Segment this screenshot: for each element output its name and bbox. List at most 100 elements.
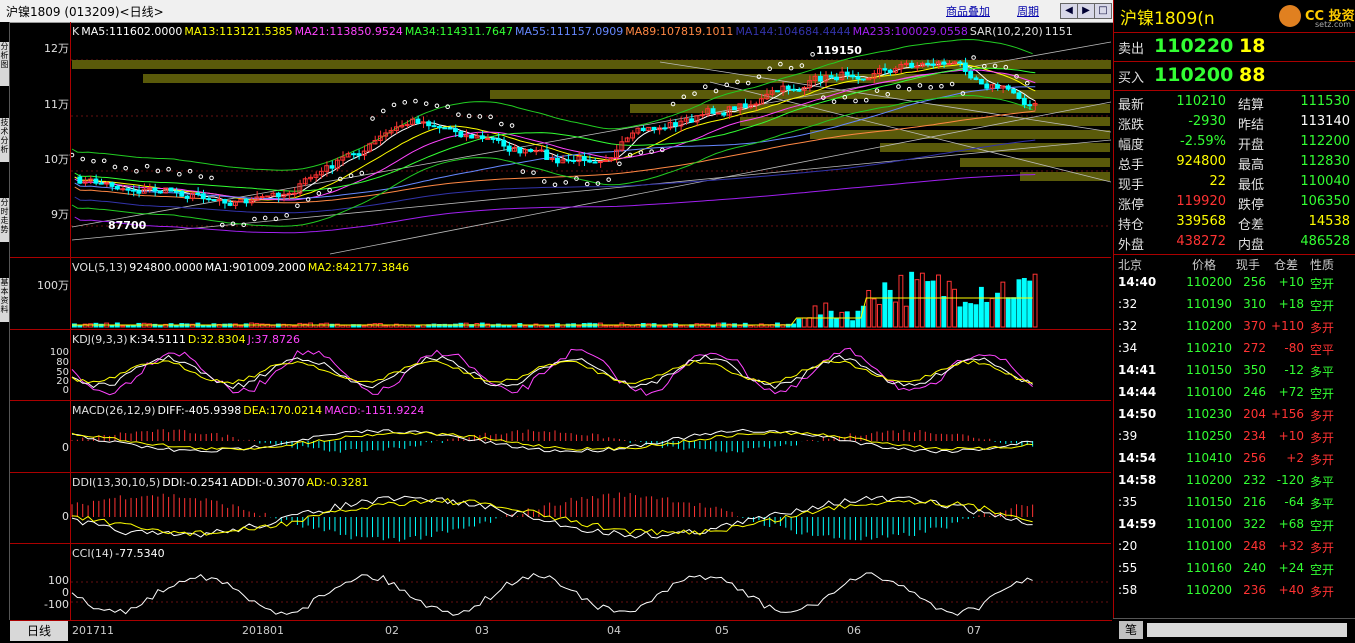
kdj-panel[interactable]: KDJ(9,3,3) K:34.5111 D:32.8304 J:37.8726 10…	[10, 330, 1111, 401]
trades-list[interactable]: 14:40 110200 256 +10 空开:32 110190 310 +18 空开:32 1…	[1114, 275, 1355, 615]
chart-area[interactable]: K MA5:111602.0000 MA13:113121.5385 MA21:113…	[10, 22, 1112, 620]
trend-line	[329, 101, 1111, 255]
trade-row[interactable]: 14:40 110200 256 +10 空开	[1114, 275, 1355, 295]
stat-label: 内盘	[1238, 238, 1265, 253]
maximize-icon[interactable]: □	[1094, 3, 1112, 19]
trade-row[interactable]: :55 110160 240 +24 空开	[1114, 561, 1355, 581]
sar-dot	[810, 52, 815, 57]
cci-line	[71, 572, 1033, 616]
trade-row[interactable]: 14:44 110100 246 +72 空开	[1114, 385, 1355, 405]
sar-dot	[327, 187, 332, 193]
high-price-label: 119150	[816, 44, 862, 57]
trade-price: 110200	[1186, 275, 1232, 289]
volume-bar	[206, 325, 212, 328]
candle-body	[469, 134, 474, 139]
trade-time: :34	[1118, 341, 1138, 355]
kline-panel[interactable]: K MA5:111602.0000 MA13:113121.5385 MA21:113…	[10, 22, 1111, 258]
header-time: 北京	[1118, 258, 1143, 272]
candle-body	[973, 77, 979, 81]
y-axis-line	[70, 544, 71, 620]
candle-body	[152, 187, 158, 192]
trades-header: 北京 价格 现手 仓差 性质	[1114, 256, 1355, 276]
left-tab-technical[interactable]: 技术分析	[0, 118, 9, 162]
candle-body	[914, 65, 920, 68]
sell-row[interactable]: 卖出 110220 18	[1114, 34, 1355, 60]
scroll-left-icon[interactable]: ◀	[1060, 3, 1078, 19]
kdj-legend: KDJ(9,3,3) K:34.5111 D:32.8304 J:37.8726	[72, 333, 302, 346]
trade-row[interactable]: 14:58 110200 232 -120 多平	[1114, 473, 1355, 493]
sar-dot	[423, 101, 429, 106]
kline-chart	[69, 38, 1111, 255]
volume-bar	[361, 325, 367, 328]
macd-panel[interactable]: MACD(26,12,9) DIFF:-405.9398 DEA:170.0214 M…	[10, 401, 1111, 473]
cci-panel[interactable]: CCI(14) -77.5340 100 0 -100	[10, 544, 1111, 620]
legend-item: ADDI:-0.3070	[230, 476, 305, 489]
header-oi-change: 仓差	[1274, 258, 1299, 272]
trade-row[interactable]: :20 110100 248 +32 多开	[1114, 539, 1355, 559]
trade-row[interactable]: 14:50 110230 204 +156 多开	[1114, 407, 1355, 427]
left-tab-intraday[interactable]: 分时走势	[0, 198, 9, 242]
trade-row[interactable]: :34 110210 272 -80 空平	[1114, 341, 1355, 361]
buy-row[interactable]: 买入 110200 88	[1114, 63, 1355, 89]
period-label[interactable]: 日线	[10, 621, 68, 641]
ddi-panel[interactable]: DDI(13,30,10,5) DDI:-0.2541 ADDI:-0.3070 AD…	[10, 473, 1111, 544]
trade-price: 110100	[1186, 539, 1232, 553]
trade-row[interactable]: :39 110250 234 +10 多开	[1114, 429, 1355, 449]
trade-price: 110100	[1186, 385, 1232, 399]
tab-ticks[interactable]: 笔	[1119, 621, 1143, 639]
sar-dot	[702, 84, 708, 90]
macd-dea-line	[71, 431, 1033, 451]
candle-body	[721, 112, 727, 116]
trade-type: 多平	[1310, 475, 1335, 489]
legend-item: D:32.8304	[187, 333, 246, 346]
volume-bar	[807, 317, 813, 328]
trade-time: 14:59	[1118, 517, 1157, 531]
overlay-commodity-button[interactable]: 商品叠加	[946, 3, 990, 18]
trade-row[interactable]: 14:41 110150 350 -12 多平	[1114, 363, 1355, 383]
divider	[1114, 32, 1355, 33]
trade-type: 多平	[1310, 365, 1335, 379]
period-button[interactable]: 周期	[1017, 3, 1039, 18]
trade-row[interactable]: :32 110190 310 +18 空开	[1114, 297, 1355, 317]
x-tick: 06	[847, 624, 861, 637]
stat-value: 110210	[1176, 94, 1226, 109]
volume-bar	[871, 298, 877, 328]
volume-panel[interactable]: VOL(5,13) 924800.0000 MA1:901009.2000 MA2:8…	[10, 258, 1111, 330]
left-tab-analysis[interactable]: 分析图	[0, 42, 9, 86]
volume-bar	[909, 271, 915, 328]
volume-bar	[345, 324, 351, 328]
trade-row[interactable]: :35 110150 216 -64 多平	[1114, 495, 1355, 515]
sar-dot	[434, 103, 440, 109]
divider	[1114, 61, 1355, 62]
volume-bar	[737, 325, 743, 328]
trade-row[interactable]: :32 110200 370 +110 多开	[1114, 319, 1355, 339]
trade-row[interactable]: 14:59 110100 322 +68 空开	[1114, 517, 1355, 537]
trade-row[interactable]: 14:54 110410 256 +2 多开	[1114, 451, 1355, 471]
volume-bar	[839, 311, 845, 328]
y-label-ddi-0: 0	[62, 510, 69, 523]
stat-value: 22	[1209, 174, 1226, 189]
volume-bar	[941, 296, 947, 328]
trade-price: 110200	[1186, 473, 1232, 487]
candle-body	[415, 118, 421, 124]
x-axis: 日线 201711 201801 02 03 04 05 06 07	[10, 620, 1112, 643]
sar-dot	[531, 170, 536, 175]
trade-type: 多开	[1310, 431, 1335, 445]
scroll-right-icon[interactable]: ▶	[1077, 3, 1095, 19]
left-tab-basic[interactable]: 基本资料	[0, 278, 9, 322]
trade-time: 14:41	[1118, 363, 1157, 377]
logo-circle-icon	[1279, 5, 1301, 27]
kdj-j-line	[71, 347, 1033, 396]
trade-row[interactable]: :58 110200 236 +40 多开	[1114, 583, 1355, 603]
horizontal-scrollbar[interactable]	[1147, 623, 1347, 637]
legend-item: J:37.8726	[247, 333, 301, 346]
candle-body	[447, 127, 453, 130]
trade-price: 110210	[1186, 341, 1232, 355]
candle-body	[571, 159, 576, 162]
trade-oi-change: +24	[1278, 561, 1304, 575]
trade-type: 空开	[1310, 277, 1335, 291]
legend-item: MA13:113121.5385	[184, 25, 293, 38]
candle-body	[850, 74, 856, 78]
trade-time: :58	[1118, 583, 1138, 597]
x-tick: 03	[475, 624, 489, 637]
